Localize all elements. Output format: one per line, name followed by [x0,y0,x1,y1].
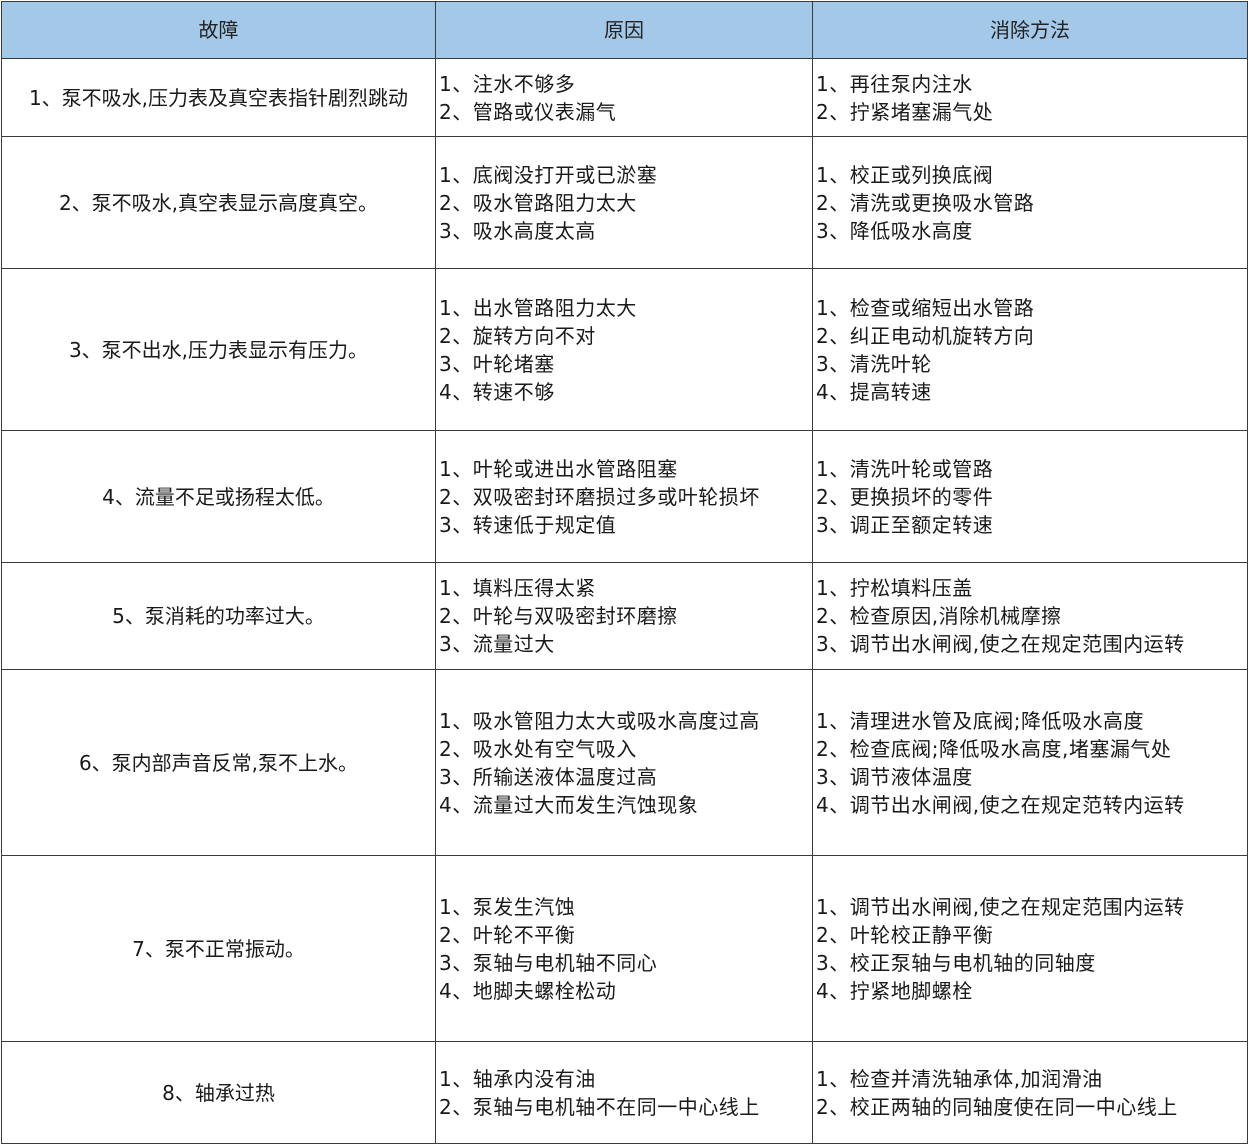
cause-cell: 1、底阀没打开或已淤塞 2、吸水管路阻力太大 3、吸水高度太高 [435,136,813,269]
remedy-cell: 1、校正或列换底阀 2、清洗或更换吸水管路 3、降低吸水高度 [812,136,1248,269]
remedy-item: 1、清洗叶轮或管路 [816,456,994,481]
cause-item: 1、叶轮或进出水管路阻塞 [439,456,678,481]
fault-cell: 6、泵内部声音反常,泵不上水。 [1,669,436,856]
cause-item: 1、填料压得太紧 [439,576,596,600]
fault-cell: 3、泵不出水,压力表显示有压力。 [1,268,436,431]
cause-item: 2、吸水管路阻力太大 [439,190,637,215]
cause-item: 1、注水不够多 [439,71,576,96]
fault-cell: 5、泵消耗的功率过大。 [1,562,436,670]
table-row: 1、泵不吸水,压力表及真空表指针剧烈跳动 1、注水不够多 2、管路或仪表漏气 1… [1,58,1248,137]
remedy-item: 2、检查原因,消除机械摩擦 [816,604,1062,628]
cause-item: 2、管路或仪表漏气 [439,99,617,124]
cause-cell: 1、填料压得太紧 2、叶轮与双吸密封环磨擦 3、流量过大 [435,562,813,670]
remedy-item: 2、纠正电动机旋转方向 [816,323,1035,348]
cause-cell: 1、吸水管阻力太大或吸水高度过高 2、吸水处有空气吸入 3、所输送液体温度过高 … [435,669,813,856]
header-row: 故障 原因 消除方法 [1,1,1248,59]
cause-cell: 1、轴承内没有油 2、泵轴与电机轴不在同一中心线上 [435,1041,813,1144]
cause-item: 2、旋转方向不对 [439,323,596,348]
cause-cell: 1、出水管路阻力太大 2、旋转方向不对 3、叶轮堵塞 4、转速不够 [435,268,813,431]
cause-cell: 1、注水不够多 2、管路或仪表漏气 [435,58,813,137]
cause-item: 3、流量过大 [439,632,555,656]
cause-item: 1、出水管路阻力太大 [439,295,637,320]
remedy-item: 1、检查并清洗轴承体,加润滑油 [816,1066,1103,1091]
cause-item: 1、吸水管阻力太大或吸水高度过高 [439,708,760,733]
table-row: 8、轴承过热 1、轴承内没有油 2、泵轴与电机轴不在同一中心线上 1、检查并清洗… [1,1041,1248,1144]
cause-item: 3、转速低于规定值 [439,512,617,537]
header-fault: 故障 [1,1,436,59]
remedy-item: 3、调正至额定转速 [816,512,994,537]
remedy-cell: 1、清洗叶轮或管路 2、更换损坏的零件 3、调正至额定转速 [812,430,1248,563]
cause-item: 1、轴承内没有油 [439,1066,596,1091]
cause-item: 3、所输送液体温度过高 [439,764,658,789]
cause-item: 4、流量过大而发生汽蚀现象 [439,792,699,817]
remedy-item: 3、调节液体温度 [816,764,973,789]
cause-item: 2、叶轮与双吸密封环磨擦 [439,604,678,628]
remedy-item: 2、检查底阀;降低吸水高度,堵塞漏气处 [816,736,1172,761]
table-row: 7、泵不正常振动。 1、泵发生汽蚀 2、叶轮不平衡 3、泵轴与电机轴不同心 4、… [1,855,1248,1042]
header-remedy: 消除方法 [812,1,1248,59]
remedy-item: 1、校正或列换底阀 [816,162,994,187]
cause-item: 1、泵发生汽蚀 [439,894,576,919]
remedy-item: 3、校正泵轴与电机轴的同轴度 [816,950,1096,975]
remedy-cell: 1、拧松填料压盖 2、检查原因,消除机械摩擦 3、调节出水闸阀,使之在规定范围内… [812,562,1248,670]
header-cause: 原因 [435,1,813,59]
fault-cell: 7、泵不正常振动。 [1,855,436,1042]
fault-cell: 1、泵不吸水,压力表及真空表指针剧烈跳动 [1,58,436,137]
table-row: 3、泵不出水,压力表显示有压力。 1、出水管路阻力太大 2、旋转方向不对 3、叶… [1,268,1248,431]
remedy-cell: 1、调节出水闸阀,使之在规定范围内运转 2、叶轮校正静平衡 3、校正泵轴与电机轴… [812,855,1248,1042]
cause-cell: 1、泵发生汽蚀 2、叶轮不平衡 3、泵轴与电机轴不同心 4、地脚夫螺栓松动 [435,855,813,1042]
cause-item: 2、泵轴与电机轴不在同一中心线上 [439,1094,760,1119]
fault-troubleshooting-table: 故障 原因 消除方法 1、泵不吸水,压力表及真空表指针剧烈跳动 1、注水不够多 … [1,1,1248,1144]
remedy-item: 1、检查或缩短出水管路 [816,295,1035,320]
remedy-cell: 1、检查并清洗轴承体,加润滑油 2、校正两轴的同轴度使在同一中心线上 [812,1041,1248,1144]
cause-item: 2、叶轮不平衡 [439,922,576,947]
remedy-item: 1、再往泵内注水 [816,71,973,96]
cause-item: 4、转速不够 [439,379,555,404]
remedy-item: 4、拧紧地脚螺栓 [816,978,973,1003]
cause-item: 3、泵轴与电机轴不同心 [439,950,658,975]
remedy-item: 1、调节出水闸阀,使之在规定范围内运转 [816,894,1185,919]
remedy-item: 4、提高转速 [816,379,932,404]
remedy-cell: 1、检查或缩短出水管路 2、纠正电动机旋转方向 3、清洗叶轮 4、提高转速 [812,268,1248,431]
fault-cell: 4、流量不足或扬程太低。 [1,430,436,563]
table-row: 4、流量不足或扬程太低。 1、叶轮或进出水管路阻塞 2、双吸密封环磨损过多或叶轮… [1,430,1248,563]
remedy-item: 2、拧紧堵塞漏气处 [816,99,994,124]
remedy-item: 3、调节出水闸阀,使之在规定范围内运转 [816,632,1185,656]
cause-item: 3、吸水高度太高 [439,218,596,243]
fault-cell: 2、泵不吸水,真空表显示高度真空。 [1,136,436,269]
cause-item: 2、吸水处有空气吸入 [439,736,637,761]
table-row: 5、泵消耗的功率过大。 1、填料压得太紧 2、叶轮与双吸密封环磨擦 3、流量过大… [1,562,1248,670]
remedy-item: 2、叶轮校正静平衡 [816,922,994,947]
cause-item: 2、双吸密封环磨损过多或叶轮损坏 [439,484,760,509]
remedy-item: 1、清理进水管及底阀;降低吸水高度 [816,708,1144,733]
cause-cell: 1、叶轮或进出水管路阻塞 2、双吸密封环磨损过多或叶轮损坏 3、转速低于规定值 [435,430,813,563]
cause-item: 3、叶轮堵塞 [439,351,555,376]
remedy-item: 2、更换损坏的零件 [816,484,994,509]
cause-item: 1、底阀没打开或已淤塞 [439,162,658,187]
table-row: 6、泵内部声音反常,泵不上水。 1、吸水管阻力太大或吸水高度过高 2、吸水处有空… [1,669,1248,856]
remedy-item: 2、清洗或更换吸水管路 [816,190,1035,215]
remedy-cell: 1、清理进水管及底阀;降低吸水高度 2、检查底阀;降低吸水高度,堵塞漏气处 3、… [812,669,1248,856]
remedy-item: 3、降低吸水高度 [816,218,973,243]
remedy-item: 3、清洗叶轮 [816,351,932,376]
remedy-cell: 1、再往泵内注水 2、拧紧堵塞漏气处 [812,58,1248,137]
table-row: 2、泵不吸水,真空表显示高度真空。 1、底阀没打开或已淤塞 2、吸水管路阻力太大… [1,136,1248,269]
fault-cell: 8、轴承过热 [1,1041,436,1144]
remedy-item: 1、拧松填料压盖 [816,576,973,600]
remedy-item: 4、调节出水闸阀,使之在规定范转内运转 [816,792,1185,817]
remedy-item: 2、校正两轴的同轴度使在同一中心线上 [816,1094,1178,1119]
cause-item: 4、地脚夫螺栓松动 [439,978,617,1003]
